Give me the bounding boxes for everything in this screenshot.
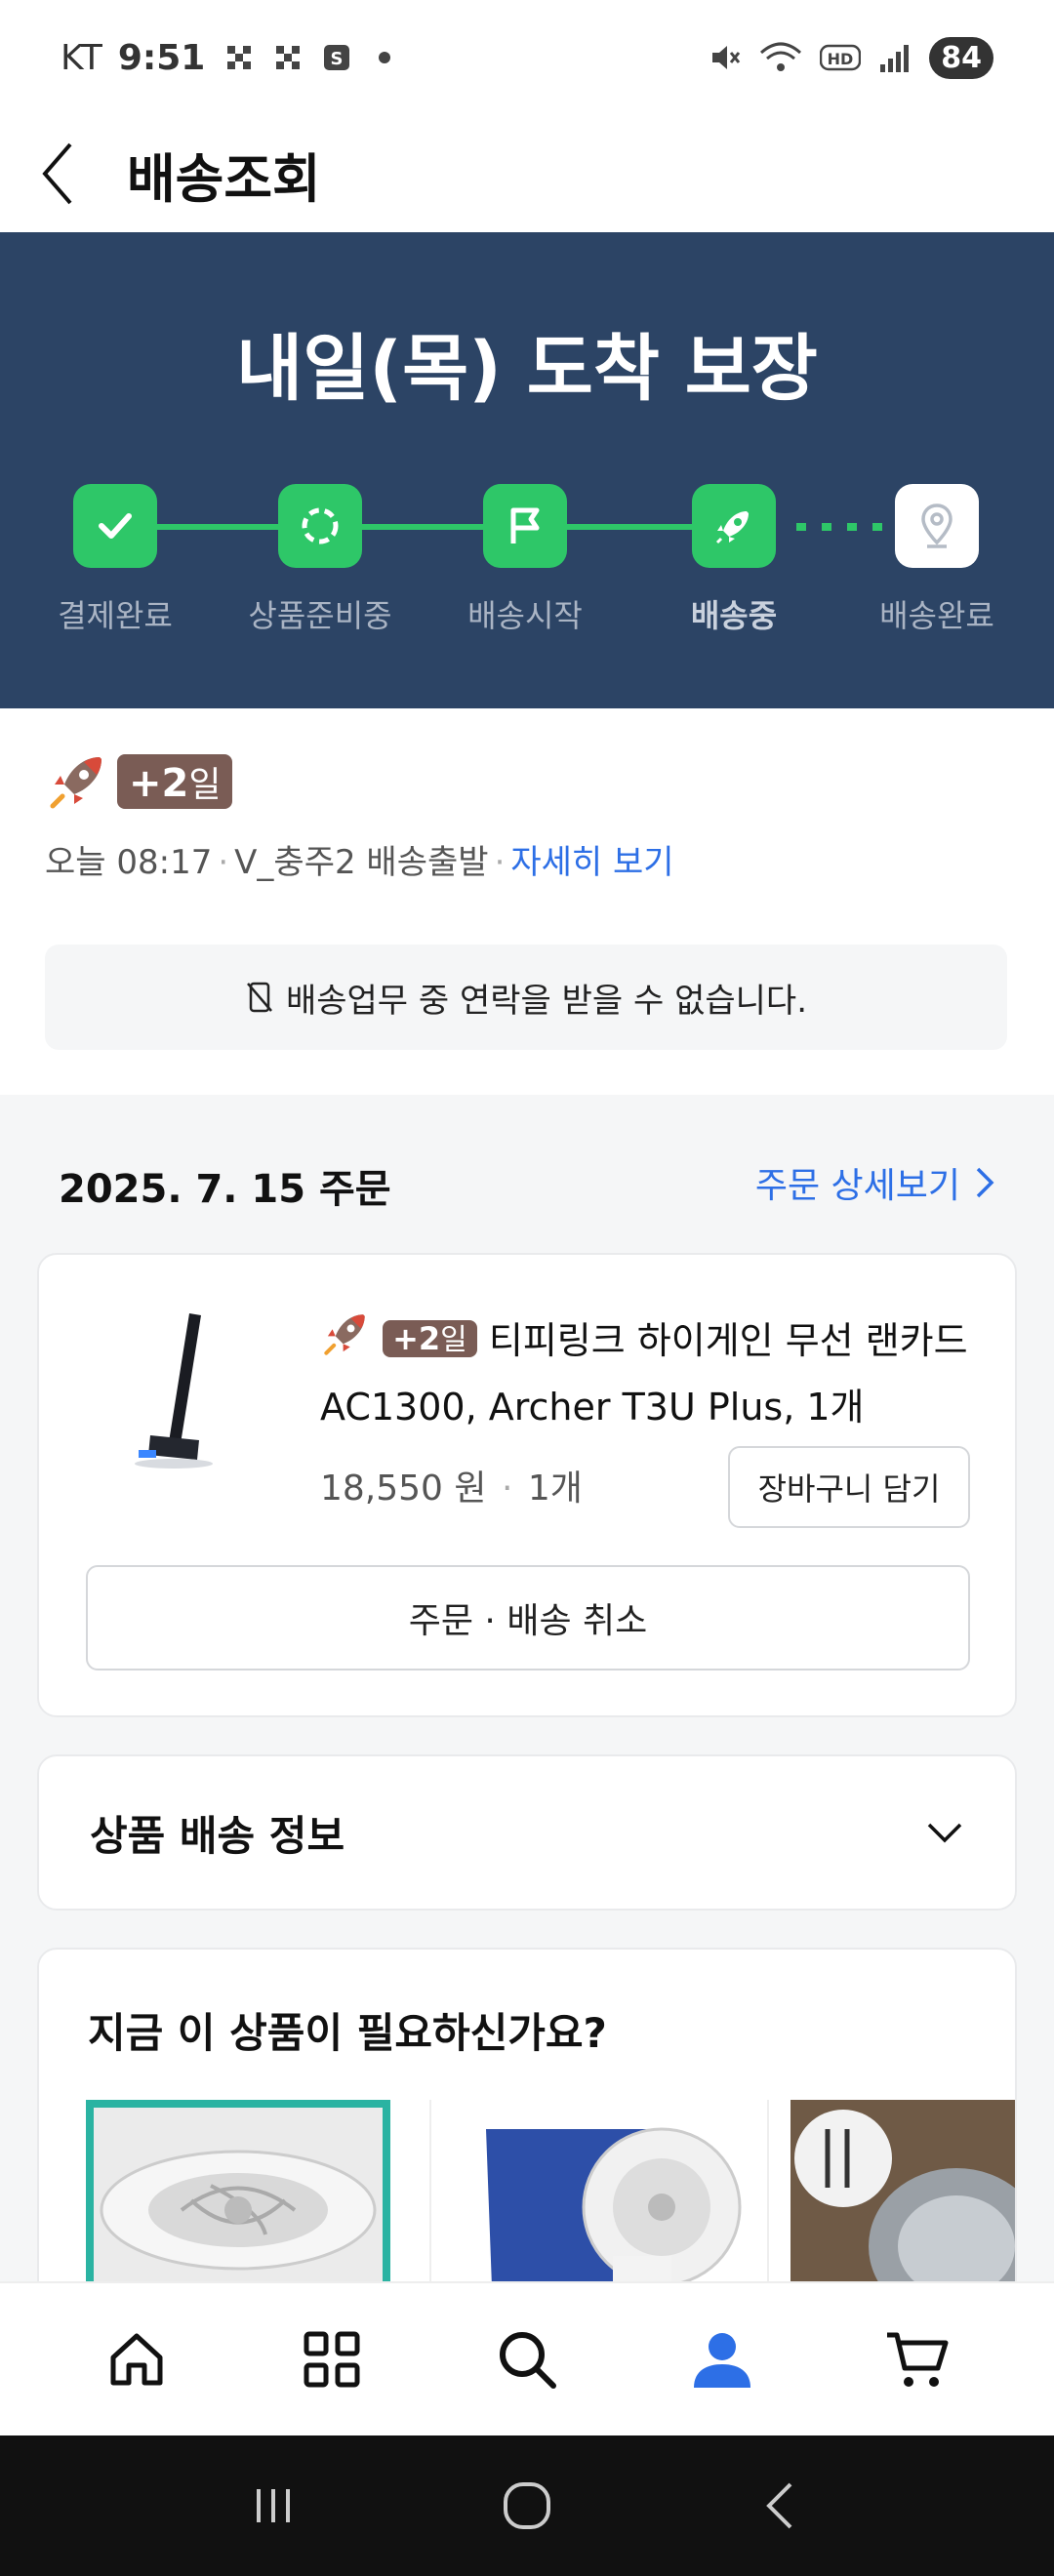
order-date: 2025. 7. 15 주문	[59, 1167, 391, 1212]
home-system-button[interactable]	[478, 2457, 576, 2555]
top-header: 배송조회	[0, 115, 1054, 232]
add-to-cart-button[interactable]: 장바구니 담기	[728, 1446, 970, 1528]
tracking-time: 오늘 08:17	[45, 843, 213, 882]
location-pin-icon	[895, 484, 979, 568]
nav-category-button[interactable]	[273, 2301, 390, 2418]
extra-days-badge: +2일	[383, 1320, 477, 1357]
order-card: +2일 티피링크 하이게인 무선 랜카드 AC1300, Archer T3U …	[37, 1253, 1017, 1717]
rocket-icon	[50, 757, 101, 809]
app-s-icon: S	[324, 45, 350, 70]
step-label: 상품준비중	[248, 597, 392, 634]
rocket-icon	[324, 1314, 365, 1355]
product-qty: 1개	[527, 1469, 583, 1509]
svg-text:HD: HD	[828, 50, 854, 68]
extra-days-badge-row: +2일	[45, 749, 233, 814]
svg-text:S: S	[331, 49, 344, 69]
search-icon	[500, 2332, 556, 2389]
clock-text: 9:51	[117, 37, 206, 78]
home-circle-icon	[504, 2482, 550, 2529]
rocket-icon	[692, 484, 776, 568]
wifi-icon	[760, 42, 802, 71]
step-preparing: 상품준비중	[232, 484, 408, 636]
mute-icon	[712, 46, 741, 69]
loading-circle-icon	[278, 484, 362, 568]
order-detail-link[interactable]: 주문 상세보기	[755, 1157, 995, 1208]
back-system-button[interactable]	[732, 2457, 830, 2555]
battery-indicator: 84	[929, 36, 993, 79]
product-price: 18,550 원	[320, 1469, 487, 1509]
cart-icon	[887, 2332, 949, 2387]
order-detail-label: 주문 상세보기	[754, 1166, 960, 1206]
delivery-info-section: +2일 오늘 08:17 · V_충주2 배송출발 · 자세히 보기 배송업무 중 연락…	[0, 708, 1054, 1095]
system-navigation-bar	[0, 2435, 1054, 2576]
step-label: 배송시작	[467, 597, 583, 634]
cancel-order-button[interactable]: 주문 · 배송 취소	[86, 1565, 970, 1670]
chevron-right-icon	[976, 1167, 994, 1198]
chevron-down-icon	[927, 1823, 962, 1843]
nav-home-button[interactable]	[78, 2301, 195, 2418]
tracking-location: V_충주2 배송출발	[234, 843, 489, 882]
step-label: 결제완료	[58, 597, 173, 634]
nav-search-button[interactable]	[468, 2301, 586, 2418]
product-image[interactable]	[111, 1304, 258, 1469]
step-delivered: 배송완료	[849, 484, 1025, 636]
price-row: 18,550 원 · 1개	[320, 1469, 583, 1509]
no-contact-notice: 배송업무 중 연락을 받을 수 없습니다.	[45, 945, 1007, 1050]
step-label: 배송중	[690, 597, 778, 634]
shipping-info-accordion[interactable]: 상품 배송 정보	[37, 1754, 1017, 1911]
bottom-navigation	[0, 2281, 1054, 2435]
recent-apps-button[interactable]	[224, 2457, 322, 2555]
user-icon	[694, 2333, 750, 2388]
recent-apps-icon	[257, 2489, 290, 2522]
step-payment-complete: 결제완료	[27, 484, 203, 636]
detail-link[interactable]: 자세히 보기	[510, 843, 673, 882]
back-arrow-icon	[42, 142, 72, 205]
signal-icon	[880, 45, 910, 72]
more-notifications-icon	[379, 52, 391, 63]
carrier-text: KT	[61, 37, 102, 78]
home-icon	[110, 2333, 163, 2386]
product-title[interactable]: +2일 티피링크 하이게인 무선 랜카드 AC1300, Archer T3U …	[320, 1306, 976, 1440]
arrival-guarantee-title: 내일(목) 도착 보장	[236, 327, 818, 411]
delivery-status-hero: 내일(목) 도착 보장 결제완료 상품준비중 배송시작 배송중 배송완료	[0, 232, 1054, 708]
nav-mypage-button[interactable]	[664, 2301, 781, 2418]
notification-grid-icon	[227, 46, 252, 69]
back-button[interactable]	[0, 115, 117, 232]
notice-text: 배송업무 중 연락을 받을 수 없습니다.	[285, 981, 808, 1021]
status-bar: KT 9:51 S HD 84	[0, 0, 1054, 115]
step-shipping-started: 배송시작	[437, 484, 613, 636]
check-icon	[73, 484, 157, 568]
page-title: 배송조회	[127, 147, 321, 210]
step-in-delivery: 배송중	[646, 484, 822, 636]
nav-cart-button[interactable]	[859, 2301, 976, 2418]
recommendation-title: 지금 이 상품이 필요하신가요?	[88, 2009, 607, 2057]
flag-icon	[483, 484, 567, 568]
tracking-status-line: 오늘 08:17 · V_충주2 배송출발 · 자세히 보기	[45, 843, 674, 882]
shipping-info-title: 상품 배송 정보	[90, 1811, 345, 1860]
no-phone-icon	[247, 982, 272, 1013]
grid-icon	[304, 2331, 360, 2388]
hd-icon: HD	[820, 44, 862, 71]
back-chevron-icon	[766, 2482, 792, 2529]
extra-days-badge: +2일	[117, 754, 233, 809]
step-label: 배송완료	[879, 597, 994, 634]
notification-grid-icon	[276, 46, 301, 69]
